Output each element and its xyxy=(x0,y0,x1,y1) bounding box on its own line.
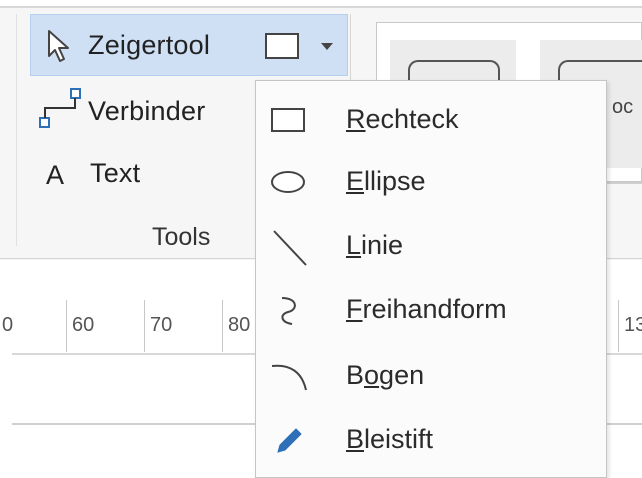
ruler-number: 13 xyxy=(624,314,642,336)
line-icon xyxy=(273,230,307,266)
menu-item-label: Bogen xyxy=(346,360,425,390)
ruler-number: 80 xyxy=(228,314,251,336)
menu-item-line[interactable]: Linie xyxy=(256,216,606,276)
menu-item-arc[interactable]: Bogen xyxy=(256,346,606,406)
ellipse-icon xyxy=(271,171,305,193)
connector-icon xyxy=(39,88,81,128)
menu-item-freeform[interactable]: Freihandform xyxy=(256,280,606,340)
menu-item-ellipse[interactable]: Ellipse xyxy=(256,152,606,212)
ruler-number: 60 xyxy=(72,314,95,336)
menu-item-label: Linie xyxy=(346,230,404,260)
connector-tool-label[interactable]: Verbinder xyxy=(88,96,205,127)
pointer-arrow-icon xyxy=(48,30,69,62)
ribbon-left-divider xyxy=(16,14,17,246)
ruler-tick xyxy=(144,300,145,352)
rectangle-icon xyxy=(271,108,305,132)
chevron-down-icon[interactable] xyxy=(321,43,333,50)
ruler-tick xyxy=(618,300,619,352)
ruler-number: 0 xyxy=(2,314,14,336)
ruler-number: 70 xyxy=(150,314,173,336)
ruler-tick xyxy=(222,300,223,352)
pencil-icon xyxy=(277,428,302,453)
text-a-icon: A xyxy=(46,160,65,190)
rectangle-shape-icon[interactable] xyxy=(265,33,299,59)
gallery-text-fragment: oc xyxy=(612,96,634,118)
menu-item-label: Rechteck xyxy=(346,104,459,134)
text-tool-label[interactable]: Text xyxy=(90,158,140,189)
tools-group-label: Tools xyxy=(152,223,211,251)
menu-item-pencil[interactable]: Bleistift xyxy=(256,410,606,470)
menu-item-label: Ellipse xyxy=(346,166,426,196)
pointer-tool-label: Zeigertool xyxy=(88,30,211,60)
menu-item-label: Bleistift xyxy=(346,424,434,454)
ruler-tick xyxy=(66,300,67,352)
menu-item-rectangle[interactable]: Rechteck xyxy=(256,90,606,150)
menu-item-label: Freihandform xyxy=(346,294,507,324)
arc-icon xyxy=(271,364,307,391)
freeform-icon xyxy=(281,297,296,325)
